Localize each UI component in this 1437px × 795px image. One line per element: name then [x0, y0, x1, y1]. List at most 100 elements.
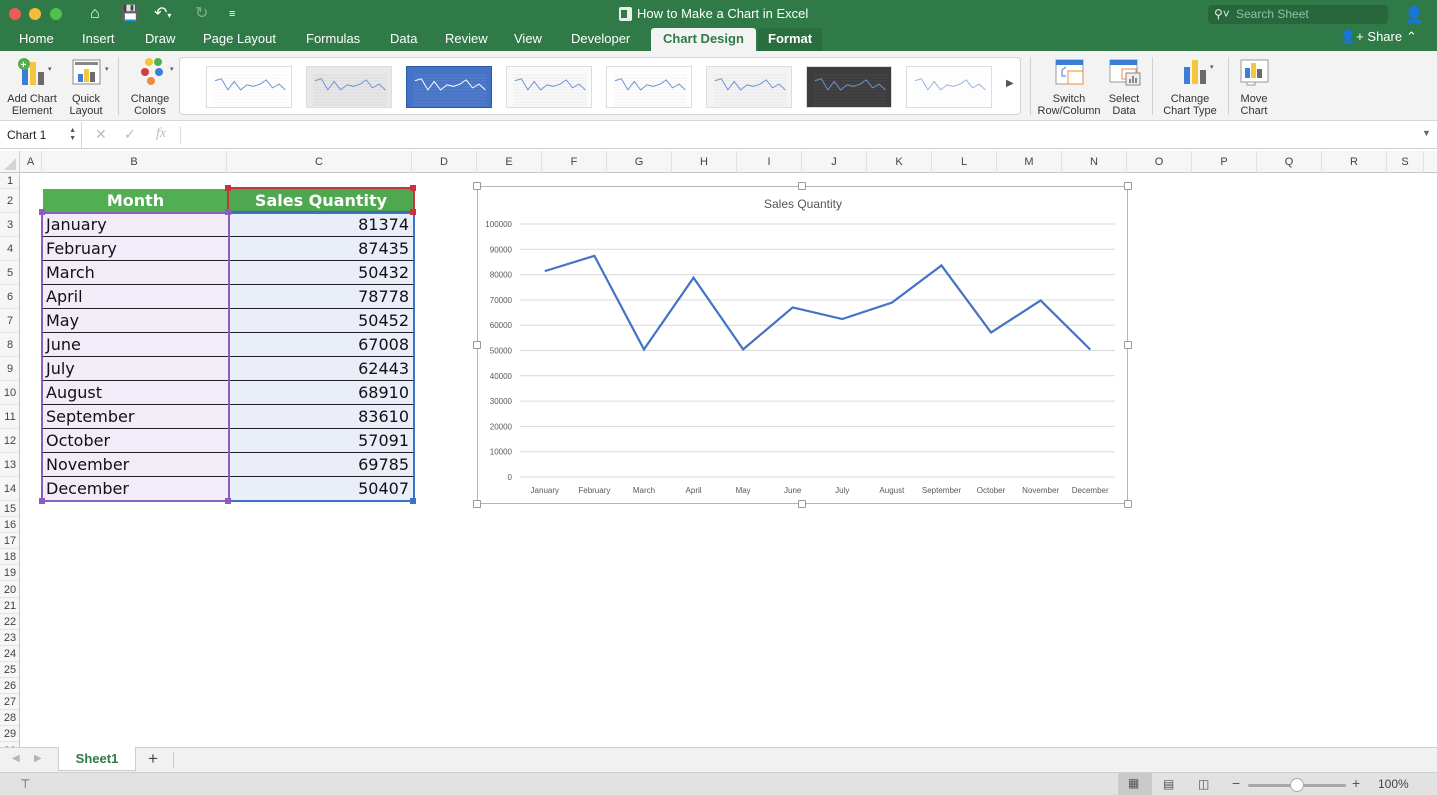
- range-handle[interactable]: [39, 209, 45, 215]
- name-box[interactable]: Chart 1 ▲ ▼: [0, 122, 82, 148]
- previous-sheet-icon[interactable]: ◀: [12, 753, 20, 764]
- row-header-4[interactable]: 4: [0, 237, 19, 261]
- customize-toolbar-icon[interactable]: ≡: [229, 4, 235, 24]
- expand-formula-bar-icon[interactable]: ▼: [1422, 128, 1431, 138]
- line-chart[interactable]: Sales Quantity 0 10000 20000 30000 40000 5000…: [477, 186, 1128, 504]
- tab-developer[interactable]: Developer: [571, 28, 630, 51]
- range-handle[interactable]: [410, 498, 416, 504]
- column-header-h[interactable]: H: [672, 151, 737, 173]
- row-header-12[interactable]: 12: [0, 429, 19, 453]
- zoom-in-icon[interactable]: +: [1352, 775, 1360, 791]
- tab-format[interactable]: Format: [758, 28, 823, 51]
- range-handle[interactable]: [225, 498, 231, 504]
- row-header-26[interactable]: 26: [0, 678, 19, 695]
- home-icon[interactable]: ⌂: [90, 4, 100, 24]
- zoom-out-icon[interactable]: −: [1232, 775, 1240, 791]
- row-header-20[interactable]: 20: [0, 582, 19, 598]
- enter-icon[interactable]: ✓: [124, 126, 136, 143]
- add-chart-element-button[interactable]: + ▾ Add Chart Element: [4, 57, 60, 117]
- normal-view-button[interactable]: ▦: [1118, 773, 1152, 795]
- column-header-f[interactable]: F: [542, 151, 607, 173]
- column-header-e[interactable]: E: [477, 151, 542, 173]
- user-comments-icon[interactable]: 👤: [1404, 5, 1424, 25]
- column-header-d[interactable]: D: [412, 151, 477, 173]
- column-header-a[interactable]: A: [20, 151, 42, 173]
- row-header-29[interactable]: 29: [0, 726, 19, 743]
- save-icon[interactable]: 💾: [121, 4, 140, 24]
- header-month[interactable]: Month: [43, 189, 228, 212]
- range-handle[interactable]: [225, 185, 231, 191]
- share-button[interactable]: 👤+ Share: [1340, 29, 1402, 45]
- gallery-more-arrow-icon[interactable]: ▶: [1006, 78, 1014, 89]
- row-header-5[interactable]: 5: [0, 261, 19, 285]
- minimize-window-button[interactable]: [29, 8, 41, 20]
- quick-layout-button[interactable]: ▾ Quick Layout: [64, 57, 109, 117]
- column-header-k[interactable]: K: [867, 151, 932, 173]
- row-header-13[interactable]: 13: [0, 453, 19, 477]
- tab-page-layout[interactable]: Page Layout: [203, 28, 276, 51]
- row-header-9[interactable]: 9: [0, 357, 19, 381]
- range-handle[interactable]: [410, 209, 416, 215]
- row-header-8[interactable]: 8: [0, 333, 19, 357]
- zoom-level[interactable]: 100%: [1378, 777, 1409, 791]
- undo-icon[interactable]: ↶▾: [154, 4, 171, 26]
- tab-view[interactable]: View: [514, 28, 542, 51]
- row-header-19[interactable]: 19: [0, 565, 19, 582]
- row-header-25[interactable]: 25: [0, 662, 19, 679]
- tab-data[interactable]: Data: [390, 28, 417, 51]
- column-header-p[interactable]: P: [1192, 151, 1257, 173]
- tab-draw[interactable]: Draw: [145, 28, 175, 51]
- column-header-i[interactable]: I: [737, 151, 802, 173]
- select-all-button[interactable]: [0, 151, 20, 173]
- tab-formulas[interactable]: Formulas: [306, 28, 360, 51]
- range-handle[interactable]: [225, 209, 231, 215]
- sheet-tab-sheet1[interactable]: Sheet1: [58, 747, 136, 771]
- column-header-m[interactable]: M: [997, 151, 1062, 173]
- chart-style-6[interactable]: [706, 66, 792, 108]
- chart-title[interactable]: Sales Quantity: [764, 197, 842, 211]
- chart-style-5[interactable]: [606, 66, 692, 108]
- chart-style-2[interactable]: [306, 66, 392, 108]
- maximize-window-button[interactable]: [50, 8, 62, 20]
- column-header-g[interactable]: G: [607, 151, 672, 173]
- page-break-view-icon[interactable]: ◫: [1198, 777, 1209, 791]
- series-line[interactable]: [544, 254, 1091, 352]
- tab-home[interactable]: Home: [19, 28, 54, 51]
- tab-chart-design[interactable]: Chart Design: [651, 28, 756, 51]
- column-header-c[interactable]: C: [227, 151, 412, 173]
- row-header-28[interactable]: 28: [0, 710, 19, 727]
- row-header-21[interactable]: 21: [0, 598, 19, 614]
- tab-insert[interactable]: Insert: [82, 28, 115, 51]
- row-header-18[interactable]: 18: [0, 549, 19, 566]
- row-header-1[interactable]: 1: [0, 173, 19, 189]
- column-header-o[interactable]: O: [1127, 151, 1192, 173]
- chart-resize-handle[interactable]: [798, 182, 806, 190]
- macro-record-icon[interactable]: ⊤: [20, 777, 30, 791]
- redo-icon[interactable]: ↻: [195, 4, 208, 24]
- row-header-6[interactable]: 6: [0, 285, 19, 309]
- row-header-10[interactable]: 10: [0, 381, 19, 405]
- chart-resize-handle[interactable]: [1124, 341, 1132, 349]
- column-header-b[interactable]: B: [42, 151, 227, 173]
- column-header-s[interactable]: S: [1387, 151, 1424, 173]
- row-header-17[interactable]: 17: [0, 533, 19, 550]
- column-header-j[interactable]: J: [802, 151, 867, 173]
- column-header-r[interactable]: R: [1322, 151, 1387, 173]
- row-header-7[interactable]: 7: [0, 309, 19, 333]
- row-header-24[interactable]: 24: [0, 646, 19, 662]
- cancel-icon[interactable]: ✕: [95, 126, 107, 143]
- row-header-14[interactable]: 14: [0, 477, 19, 501]
- row-header-3[interactable]: 3: [0, 213, 19, 237]
- chart-resize-handle[interactable]: [473, 341, 481, 349]
- row-header-11[interactable]: 11: [0, 405, 19, 429]
- change-colors-button[interactable]: ▾ Change Colors: [126, 57, 174, 117]
- chart-style-8[interactable]: [906, 66, 992, 108]
- chart-style-3[interactable]: [406, 66, 492, 108]
- chart-resize-handle[interactable]: [1124, 182, 1132, 190]
- chart-resize-handle[interactable]: [473, 182, 481, 190]
- zoom-slider[interactable]: [1248, 778, 1346, 792]
- row-header-15[interactable]: 15: [0, 501, 19, 518]
- row-header-16[interactable]: 16: [0, 517, 19, 534]
- chart-style-7[interactable]: [806, 66, 892, 108]
- name-box-spinner-icon[interactable]: ▲ ▼: [69, 127, 76, 143]
